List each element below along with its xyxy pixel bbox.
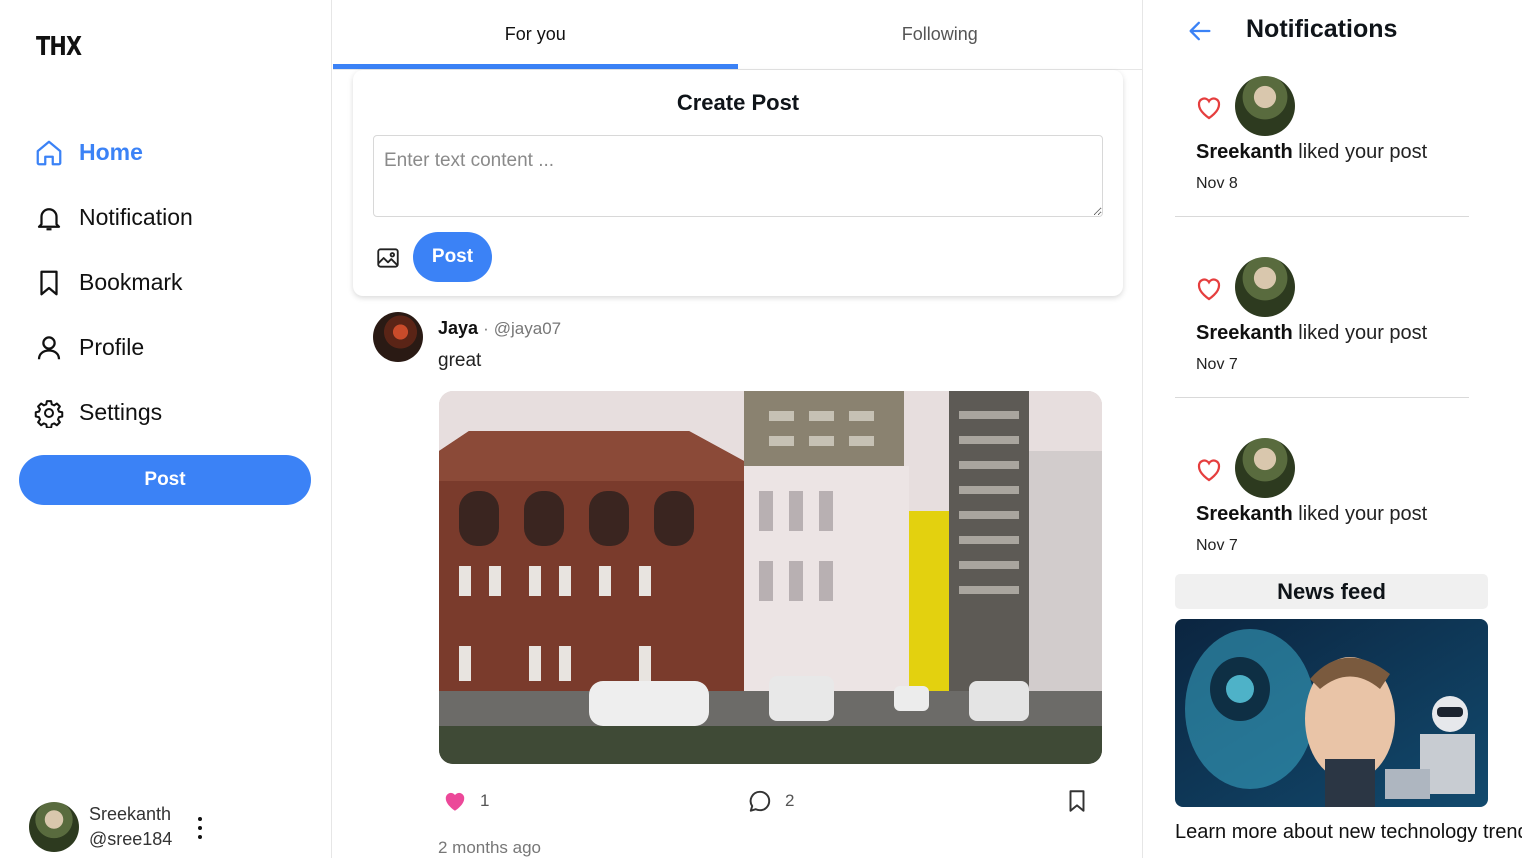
notification-user: Sreekanth [1196, 503, 1293, 525]
comment-count: 2 [785, 791, 795, 810]
heart-outline-icon [1197, 97, 1221, 120]
notification-user: Sreekanth [1196, 322, 1293, 344]
post-image[interactable] [439, 391, 1102, 764]
notifications-title: Notifications [1246, 15, 1398, 43]
nav-label-bookmark: Bookmark [79, 269, 183, 295]
post-timestamp: 2 months ago [438, 838, 542, 857]
tab-following[interactable]: Following [738, 0, 1143, 69]
post-author[interactable]: Jaya [438, 318, 478, 338]
current-user-name: Sreekanth [89, 804, 172, 824]
app-logo[interactable]: THX [36, 32, 82, 62]
comment-icon [749, 790, 771, 812]
news-image[interactable] [1175, 619, 1488, 807]
create-post-card: Create Post Post [353, 70, 1123, 296]
post-separator: · [483, 319, 489, 338]
nav-label-home: Home [79, 139, 143, 165]
notification-action: liked your post [1298, 322, 1428, 344]
city-street-photo [439, 391, 1102, 764]
left-sidebar: THX Home Notification Bookmark Profile S… [0, 0, 332, 858]
like-button[interactable]: 1 [442, 788, 489, 814]
nav-item-profile[interactable]: Profile [34, 315, 193, 380]
main-nav: Home Notification Bookmark Profile Setti… [34, 120, 193, 445]
avatar[interactable] [373, 312, 423, 362]
avatar [1235, 76, 1295, 136]
sidebar-post-button[interactable]: Post [19, 455, 311, 505]
feed-tabs: For you Following [333, 0, 1142, 70]
heart-outline-icon [1197, 278, 1221, 301]
home-icon [36, 140, 62, 165]
tab-for-you[interactable]: For you [333, 0, 738, 69]
current-user-card[interactable]: Sreekanth @sree184 [29, 802, 172, 852]
avatar [1235, 438, 1295, 498]
current-user-handle: @sree184 [89, 829, 173, 849]
notification-date: Nov 7 [1196, 356, 1238, 373]
nav-item-settings[interactable]: Settings [34, 380, 193, 445]
notification-item[interactable]: Sreekanth liked your post Nov 7 [1175, 438, 1469, 579]
nav-item-bookmark[interactable]: Bookmark [34, 250, 193, 315]
bell-icon [37, 207, 61, 230]
nav-label-settings: Settings [79, 399, 163, 425]
like-count: 1 [480, 791, 490, 810]
main-feed: For you Following Create Post Post Jaya … [333, 0, 1143, 858]
bookmark-icon [40, 270, 58, 295]
nav-item-notification[interactable]: Notification [34, 185, 193, 250]
avatar [1235, 257, 1295, 317]
notification-action: liked your post [1298, 141, 1428, 163]
image-upload-icon[interactable] [375, 245, 401, 271]
right-panel: Notifications Sreekanth liked your post … [1144, 0, 1522, 858]
post-header: Jaya · @jaya07 [438, 318, 561, 339]
nav-label-profile: Profile [79, 334, 145, 360]
back-arrow-icon[interactable] [1186, 17, 1214, 45]
news-headline[interactable]: Learn more about new technology trends [1175, 821, 1522, 844]
more-options-icon[interactable] [192, 815, 208, 841]
heart-filled-icon [445, 792, 465, 811]
avatar [29, 802, 79, 852]
news-feed-title: News feed [1175, 574, 1488, 609]
notification-action: liked your post [1298, 503, 1428, 525]
post-actions: 1 2 [439, 788, 1102, 818]
notification-date: Nov 7 [1196, 537, 1238, 554]
notification-item[interactable]: Sreekanth liked your post Nov 7 [1175, 257, 1469, 398]
ai-technology-illustration [1175, 619, 1488, 807]
notification-item[interactable]: Sreekanth liked your post Nov 8 [1175, 76, 1469, 217]
create-post-button[interactable]: Post [413, 232, 492, 282]
post-text: great [438, 350, 482, 371]
post-text-input[interactable] [373, 135, 1103, 217]
post-handle[interactable]: @jaya07 [494, 319, 561, 338]
comment-button[interactable]: 2 [747, 788, 794, 814]
bookmark-button[interactable] [1064, 788, 1102, 814]
nav-item-home[interactable]: Home [34, 120, 193, 185]
gear-icon [34, 399, 64, 428]
user-icon [37, 335, 61, 359]
nav-label-notification: Notification [79, 204, 193, 230]
notification-user: Sreekanth [1196, 141, 1293, 163]
app-root: THX Home Notification Bookmark Profile S… [0, 0, 1522, 858]
create-post-title: Create Post [676, 90, 800, 115]
heart-outline-icon [1197, 459, 1221, 482]
notification-date: Nov 8 [1196, 175, 1238, 192]
bookmark-icon [1069, 790, 1085, 812]
